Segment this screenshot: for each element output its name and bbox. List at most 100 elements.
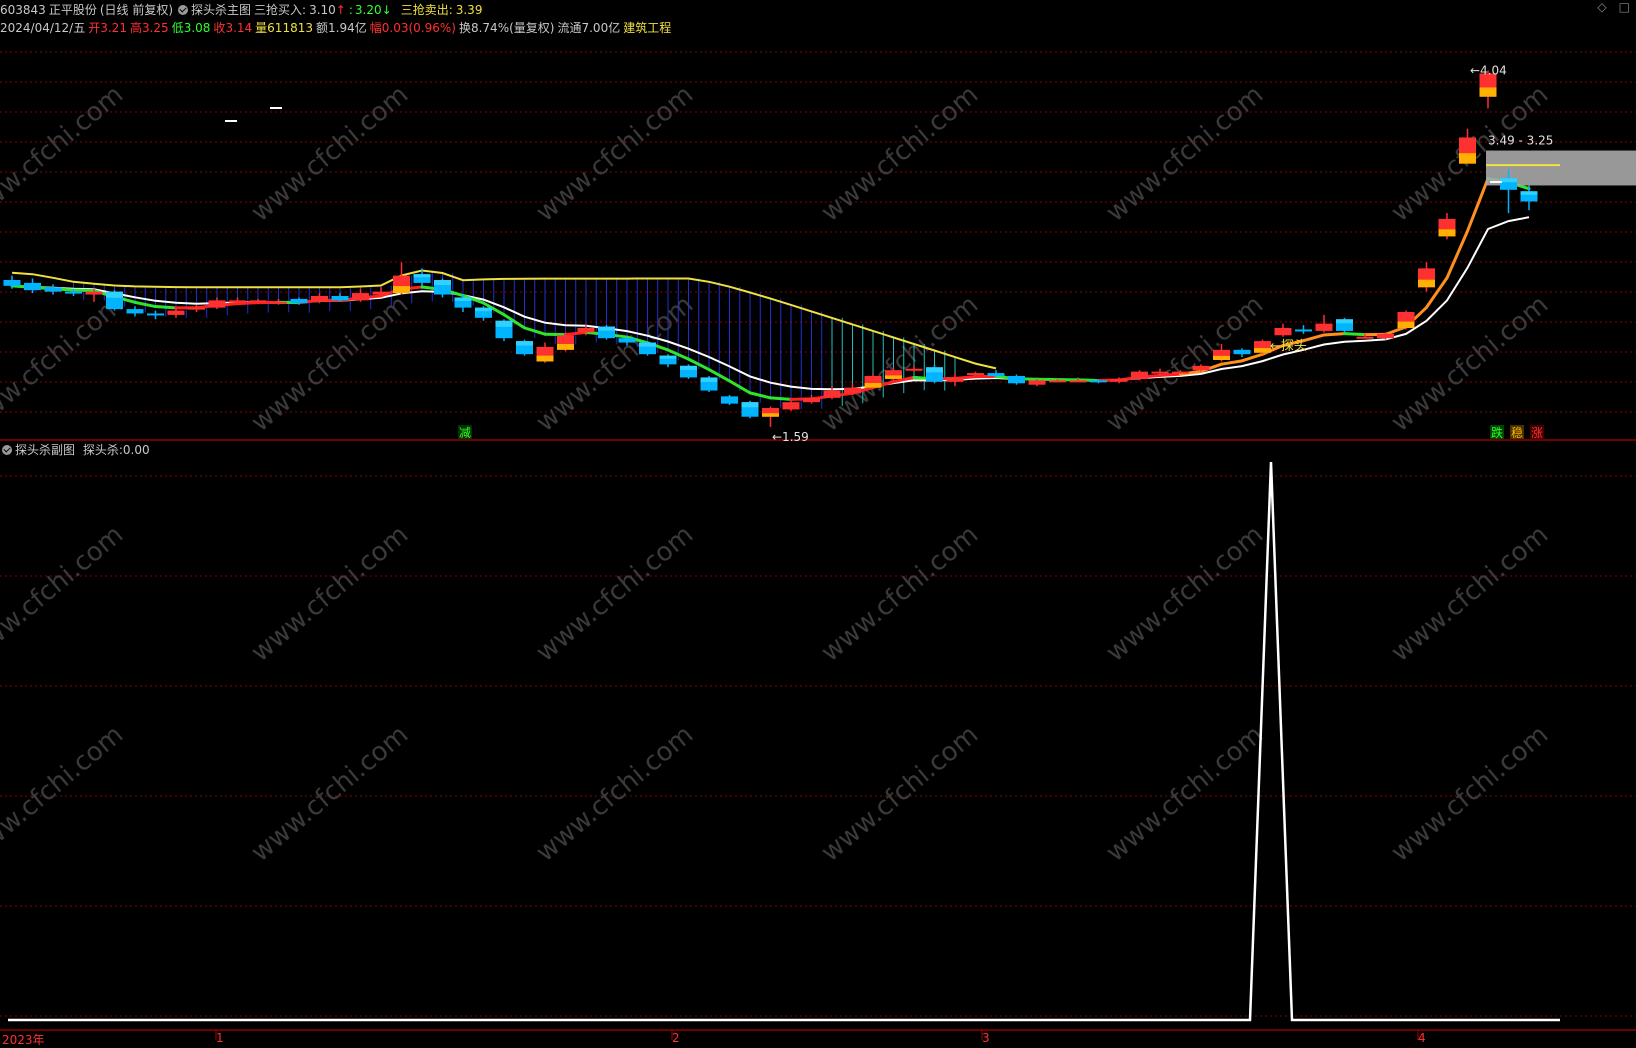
watermark-text: www.cfchi.com [0, 520, 129, 668]
watermark-text: www.cfchi.com [0, 720, 129, 868]
candle-body-accent [475, 308, 492, 312]
candle-body [373, 292, 390, 295]
watermark-text: www.cfchi.com [1386, 290, 1555, 438]
candle-body-accent [434, 280, 451, 285]
candle-body-accent [885, 375, 902, 378]
candle-body [352, 293, 369, 300]
watermark-text: www.cfchi.com [1101, 520, 1270, 668]
watermark-text: www.cfchi.com [0, 290, 129, 438]
candle-body-accent [1500, 178, 1517, 182]
low-price-label: ←1.59 [772, 430, 809, 444]
trend-line-segment [1222, 361, 1243, 364]
candle-body [86, 292, 103, 295]
candle-body-accent [537, 356, 554, 362]
watermark-text: www.cfchi.com [1101, 290, 1270, 438]
candle-body-accent [742, 402, 759, 407]
candle-body [188, 308, 205, 310]
candle-body-accent [1398, 322, 1415, 328]
indicator-lines [12, 151, 1636, 400]
candle-body [947, 377, 964, 381]
watermark-text: www.cfchi.com [531, 80, 700, 228]
candle-body [291, 299, 308, 303]
candle-body [311, 296, 328, 302]
candle-body [147, 313, 164, 315]
trend-line-segment [1324, 334, 1345, 335]
candle-body [1152, 372, 1169, 374]
candle-body-accent [414, 274, 431, 277]
candle-body [1316, 324, 1333, 331]
signal-text: 跌 [1491, 425, 1503, 440]
trend-line-segment [1242, 354, 1263, 361]
candle-body-accent [557, 344, 574, 350]
candle-body-accent [680, 366, 697, 370]
candle-body [1090, 380, 1107, 382]
trend-line-segment [1468, 179, 1489, 232]
trend-line-segment [1160, 374, 1181, 375]
candle-body [824, 391, 841, 398]
candle-body-accent [639, 343, 656, 347]
candle-body-accent [455, 297, 472, 301]
candle-body [988, 373, 1005, 376]
candle-body [65, 292, 82, 294]
candle-body [1172, 372, 1189, 374]
watermark-layer: www.cfchi.com www.cfchi.com www.cfchi.com w… [0, 80, 1554, 868]
candle-body [127, 309, 144, 313]
candle-body [4, 280, 21, 286]
trend-line-segment [238, 303, 259, 304]
candle-body [1029, 380, 1046, 384]
watermark-text: www.cfchi.com [816, 290, 985, 438]
candle-body [619, 338, 636, 342]
watermark-text: www.cfchi.com [246, 520, 415, 668]
high-price-label: ←4.04 [1470, 64, 1507, 78]
candle-body [1193, 366, 1210, 370]
watermark-text: www.cfchi.com [816, 80, 985, 228]
stock-chart-canvas[interactable]: www.cfchi.com www.cfchi.com www.cfchi.com w… [0, 0, 1636, 1046]
trend-line-segment [1345, 334, 1366, 335]
watermark-text: www.cfchi.com [531, 520, 700, 668]
trend-line-segment [771, 398, 792, 399]
candle-body [1111, 379, 1128, 382]
candle-body-accent [1254, 348, 1271, 353]
candle-body [1295, 329, 1312, 331]
range-box-label: 3.49 - 3.25 [1488, 134, 1553, 148]
subchart-layer [8, 462, 1560, 1020]
trend-line-segment [156, 307, 177, 308]
candle-body-accent [1459, 153, 1476, 163]
watermark-text: www.cfchi.com [816, 520, 985, 668]
watermark-text: www.cfchi.com [246, 80, 415, 228]
candle-body-accent [1336, 319, 1353, 323]
candle-body [1049, 380, 1066, 382]
trend-line-segment [1386, 327, 1407, 334]
candle-body [783, 402, 800, 409]
watermark-text: www.cfchi.com [246, 290, 415, 438]
candle-body [1008, 376, 1025, 383]
candle-body-accent [865, 383, 882, 388]
candle-body-accent [1439, 229, 1456, 236]
trend-line-segment [135, 302, 156, 306]
candle-body [24, 283, 41, 290]
candle-body-accent [1418, 280, 1435, 288]
candle-body-accent [496, 321, 513, 327]
candle-body [967, 373, 984, 375]
candle-body-accent [1480, 87, 1497, 96]
candle-body-accent [660, 356, 677, 359]
signal-text: 涨 [1531, 425, 1543, 440]
candle-body [168, 311, 185, 315]
trend-line-segment [566, 332, 587, 334]
watermark-text: www.cfchi.com [1386, 720, 1555, 868]
watermark-text: www.cfchi.com [1101, 720, 1270, 868]
candle-body [250, 300, 267, 302]
candle-body-accent [516, 341, 533, 346]
candle-body [578, 328, 595, 332]
candle-body [209, 300, 226, 307]
watermark-text: www.cfchi.com [246, 720, 415, 868]
candle-body [270, 302, 287, 304]
candle-body [721, 396, 738, 403]
candle-body [1070, 380, 1087, 382]
candle-body [803, 398, 820, 402]
candle-body [1377, 334, 1394, 338]
watermark-text: www.cfchi.com [0, 80, 129, 228]
candle-body [844, 388, 861, 394]
candle-body [1131, 372, 1148, 379]
subchart-series-line [8, 462, 1560, 1020]
